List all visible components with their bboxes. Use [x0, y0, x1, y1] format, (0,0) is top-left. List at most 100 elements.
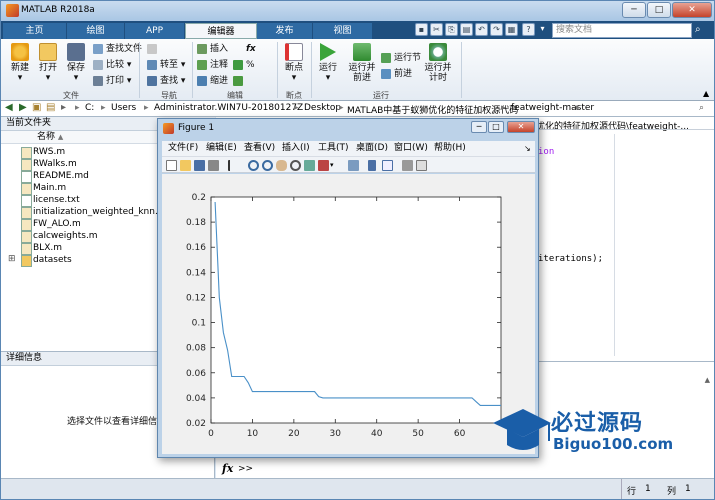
run-section-button[interactable]: 运行节: [381, 52, 421, 64]
fx-prompt-icon[interactable]: fx: [222, 462, 233, 475]
indent-button[interactable]: 缩进: [197, 75, 228, 87]
menu-insert[interactable]: 插入(I): [282, 141, 310, 156]
tab-editor[interactable]: 编辑器: [185, 23, 257, 39]
brush-icon[interactable]: [318, 160, 329, 171]
file-item[interactable]: README.md: [21, 170, 89, 183]
path-segment-users[interactable]: Users: [111, 103, 136, 113]
scroll-up-icon[interactable]: ▲: [705, 376, 710, 384]
print-figure-icon[interactable]: [208, 160, 219, 171]
file-item[interactable]: BLX.m: [21, 242, 62, 255]
legend-icon[interactable]: [382, 160, 393, 171]
menu-desktop[interactable]: 桌面(D): [356, 141, 388, 156]
file-item[interactable]: FW_ALO.m: [21, 218, 81, 231]
expand-folder-icon[interactable]: ⊞: [8, 254, 16, 264]
zoom-out-icon[interactable]: [262, 160, 273, 171]
path-segment-desktop[interactable]: Desktop: [304, 103, 341, 113]
indent-right-icon[interactable]: [233, 75, 246, 87]
rotate-3d-icon[interactable]: [290, 160, 301, 171]
switch-window-icon[interactable]: ▦: [505, 23, 518, 36]
figure-maximize-button[interactable]: □: [488, 121, 504, 133]
file-item[interactable]: Main.m: [21, 182, 66, 195]
new-figure-icon[interactable]: [166, 160, 177, 171]
insert-button[interactable]: 插入: [197, 43, 228, 55]
figure-window[interactable]: Figure 1 ─ □ ✕ 文件(F) 编辑(E) 查看(V) 插入(I) 工…: [157, 118, 539, 458]
comment-percent-icon[interactable]: %: [233, 59, 255, 71]
back-icon[interactable]: ◀: [5, 102, 13, 113]
tab-apps[interactable]: APP: [125, 23, 185, 39]
find-files-button[interactable]: 查找文件: [93, 43, 142, 55]
breakpoints-button[interactable]: 断点 ▾: [281, 43, 307, 83]
run-time-button[interactable]: 运行并 计时: [421, 43, 455, 83]
help-dropdown-icon[interactable]: ▾: [537, 23, 548, 36]
save-figure-icon[interactable]: [194, 160, 205, 171]
path-segment-featweight[interactable]: featweight-master: [511, 103, 594, 113]
help-icon[interactable]: ?: [522, 23, 535, 36]
paste-quick-icon[interactable]: ▤: [460, 23, 473, 36]
tab-plots[interactable]: 绘图: [67, 23, 125, 39]
path-segment-user[interactable]: Administrator.WIN7U-20180127Z: [154, 103, 303, 113]
run-advance-button[interactable]: 运行并 前进: [345, 43, 379, 83]
menu-window[interactable]: 窗口(W): [394, 141, 428, 156]
file-item[interactable]: RWS.m: [21, 146, 65, 159]
redo-quick-icon[interactable]: ↷: [490, 23, 503, 36]
run-button[interactable]: 运行 ▾: [315, 43, 341, 83]
browse-folder-icon[interactable]: ▤: [46, 102, 55, 113]
zoom-in-icon[interactable]: [248, 160, 259, 171]
file-item[interactable]: RWalks.m: [21, 158, 77, 171]
path-dropdown-icon[interactable]: ▸: [61, 102, 66, 113]
line-plot[interactable]: 0.02 0.04 0.06 0.08 0.1 0.12 0.14 0.16 0.18 0.2 0 1…: [162, 174, 535, 454]
folder-item[interactable]: datasets: [21, 254, 72, 267]
comment-button[interactable]: 注释: [197, 59, 228, 71]
brush-dropdown-icon[interactable]: ▾: [330, 160, 336, 171]
minimize-button[interactable]: ─: [622, 2, 646, 18]
menu-tools[interactable]: 工具(T): [318, 141, 349, 156]
forward-icon[interactable]: ▶: [19, 102, 27, 113]
save-quick-icon[interactable]: ▪: [415, 23, 428, 36]
file-item[interactable]: initialization_weighted_knn.m: [21, 206, 167, 219]
up-folder-icon[interactable]: ▣: [32, 102, 41, 113]
pan-hand-icon[interactable]: [276, 160, 287, 171]
path-segment-drive[interactable]: C:: [85, 103, 94, 113]
path-segment-project[interactable]: MATLAB中基于蚁狮优化的特征加权源代码: [347, 103, 518, 116]
data-cursor-icon[interactable]: [304, 160, 315, 171]
address-bar[interactable]: ◀ ▶ ▣ ▤ ▸ ▸ C: ▸ Users ▸ Administrator.W…: [1, 101, 714, 117]
compare-button[interactable]: 比较 ▾: [93, 59, 131, 71]
file-item[interactable]: calcweights.m: [21, 230, 98, 243]
cut-quick-icon[interactable]: ✂: [430, 23, 443, 36]
menu-edit[interactable]: 编辑(E): [206, 141, 237, 156]
search-icon[interactable]: ⌕: [695, 24, 707, 36]
tab-home[interactable]: 主页: [3, 23, 67, 39]
menu-file[interactable]: 文件(F): [168, 141, 198, 156]
colorbar-icon[interactable]: [368, 160, 376, 171]
new-button[interactable]: 新建 ▾: [7, 43, 33, 83]
figure-close-button[interactable]: ✕: [507, 121, 535, 133]
tab-publish[interactable]: 发布: [257, 23, 313, 39]
tab-view[interactable]: 视图: [313, 23, 373, 39]
open-file-icon[interactable]: [180, 160, 191, 171]
search-folder-icon[interactable]: ⌕: [699, 103, 704, 113]
hide-tools-icon[interactable]: [402, 160, 413, 171]
search-docs-input[interactable]: 搜索文档: [552, 23, 692, 38]
open-button[interactable]: 打开 ▾: [35, 43, 61, 83]
show-tools-icon[interactable]: [416, 160, 427, 171]
menu-help[interactable]: 帮助(H): [434, 141, 466, 156]
fx-button[interactable]: fx: [233, 43, 256, 55]
menu-view[interactable]: 查看(V): [244, 141, 275, 156]
menubar-expand-icon[interactable]: ↘: [524, 141, 531, 156]
back-forward-icon[interactable]: [147, 43, 160, 55]
edit-plot-icon[interactable]: [228, 160, 239, 171]
maximize-button[interactable]: □: [647, 2, 671, 18]
figure-canvas[interactable]: 0.02 0.04 0.06 0.08 0.1 0.12 0.14 0.16 0.18 0.2 0 1…: [162, 174, 535, 454]
copy-quick-icon[interactable]: ⎘: [445, 23, 458, 36]
file-item[interactable]: license.txt: [21, 194, 80, 207]
print-button[interactable]: 打印 ▾: [93, 75, 131, 87]
collapse-ribbon-icon[interactable]: ▲: [703, 89, 709, 98]
undo-quick-icon[interactable]: ↶: [475, 23, 488, 36]
link-plot-icon[interactable]: [348, 160, 359, 171]
figure-minimize-button[interactable]: ─: [471, 121, 487, 133]
save-button[interactable]: 保存 ▾: [63, 43, 89, 83]
advance-button[interactable]: 前进: [381, 68, 412, 80]
find-button[interactable]: 查找 ▾: [147, 75, 185, 87]
goto-button[interactable]: 转至 ▾: [147, 59, 185, 71]
close-button[interactable]: ✕: [672, 2, 712, 18]
